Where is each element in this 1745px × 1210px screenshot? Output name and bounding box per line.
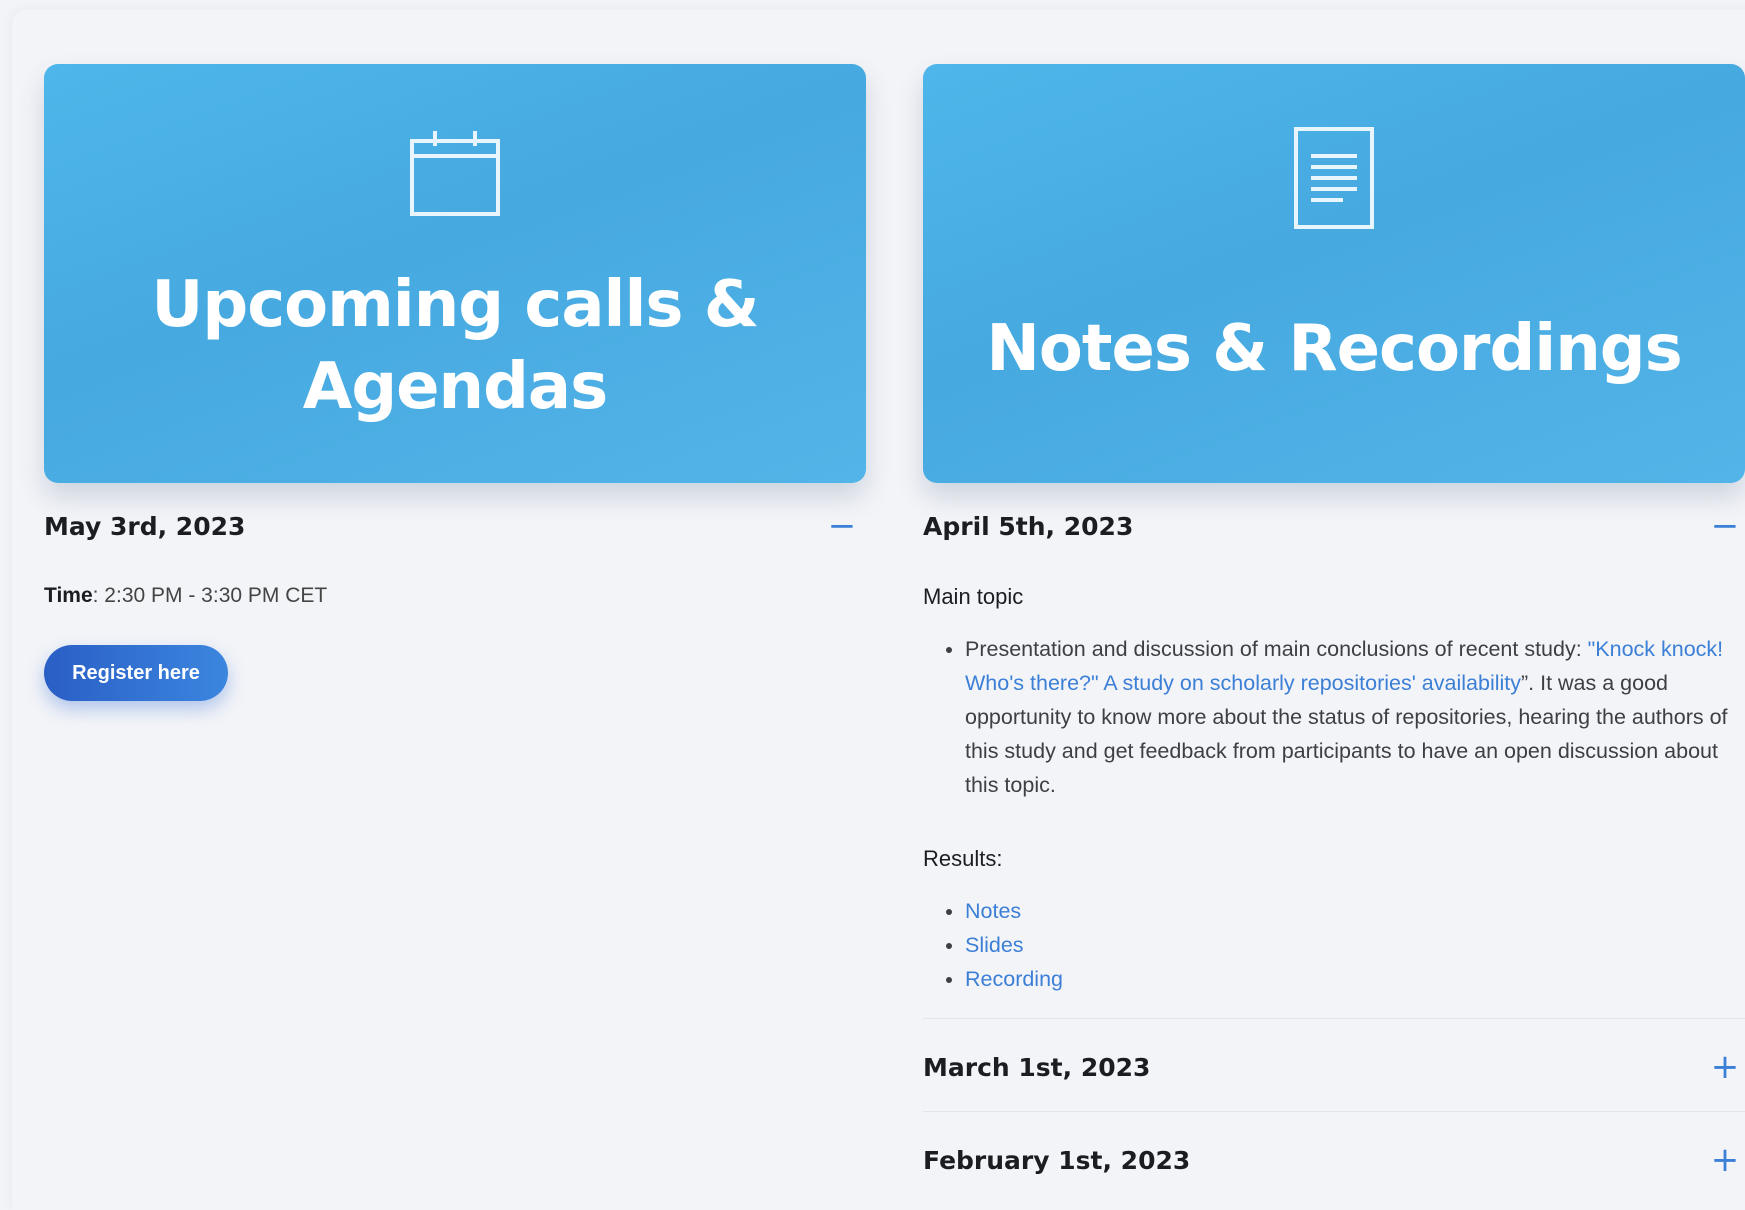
accordion-header-april-5[interactable]: April 5th, 2023 −: [923, 506, 1745, 552]
accordion-header-march-1[interactable]: March 1st, 2023 +: [923, 1047, 1745, 1093]
results-colon: :: [996, 846, 1003, 871]
accordion-date: May 3rd, 2023: [44, 512, 246, 541]
expand-icon[interactable]: +: [1705, 1140, 1745, 1180]
collapse-icon[interactable]: −: [1705, 506, 1745, 546]
hero-title: Notes & Recordings: [986, 312, 1682, 386]
accordion-date: March 1st, 2023: [923, 1053, 1151, 1082]
document-icon: [1293, 126, 1375, 235]
expand-icon[interactable]: +: [1705, 1047, 1745, 1087]
list-item: Presentation and discussion of main conc…: [965, 632, 1745, 802]
accordion-date: February 1st, 2023: [923, 1146, 1191, 1175]
time-value: : 2:30 PM - 3:30 PM CET: [92, 584, 328, 607]
accordion-date: April 5th, 2023: [923, 512, 1134, 541]
main-topic-label: Main topic: [923, 584, 1024, 609]
accordion-header-february-1[interactable]: February 1st, 2023 +: [923, 1140, 1745, 1186]
list-item: Notes: [965, 894, 1745, 928]
slides-link[interactable]: Slides: [965, 933, 1024, 957]
bullet-text-prefix: Presentation and discussion of main conc…: [965, 637, 1588, 661]
call-time: Time: 2:30 PM - 3:30 PM CET: [44, 584, 327, 608]
page-frame: Upcoming calls & Agendas May 3rd, 2023 −…: [12, 10, 1745, 1210]
list-item: Slides: [965, 928, 1745, 962]
hero-title-line-2: Agendas: [302, 350, 608, 424]
collapse-icon[interactable]: −: [822, 506, 862, 546]
divider: [923, 1018, 1745, 1019]
upcoming-calls-hero-card[interactable]: Upcoming calls & Agendas: [44, 64, 866, 483]
divider: [923, 1111, 1745, 1112]
accordion-header-may-3[interactable]: May 3rd, 2023 −: [44, 506, 866, 552]
hero-title-line-1: Upcoming calls &: [151, 268, 759, 342]
notes-recordings-hero-card[interactable]: Notes & Recordings: [923, 64, 1745, 483]
calendar-icon: [409, 129, 501, 222]
register-button[interactable]: Register here: [44, 645, 228, 701]
results-label-text: Results: [923, 846, 997, 871]
results-list: Notes Slides Recording: [923, 894, 1745, 996]
results-label: Results:: [923, 846, 1002, 872]
main-topic-list: Presentation and discussion of main conc…: [923, 632, 1745, 802]
recording-link[interactable]: Recording: [965, 967, 1063, 991]
list-item: Recording: [965, 962, 1745, 996]
time-label: Time: [44, 584, 93, 607]
notes-link[interactable]: Notes: [965, 899, 1021, 923]
